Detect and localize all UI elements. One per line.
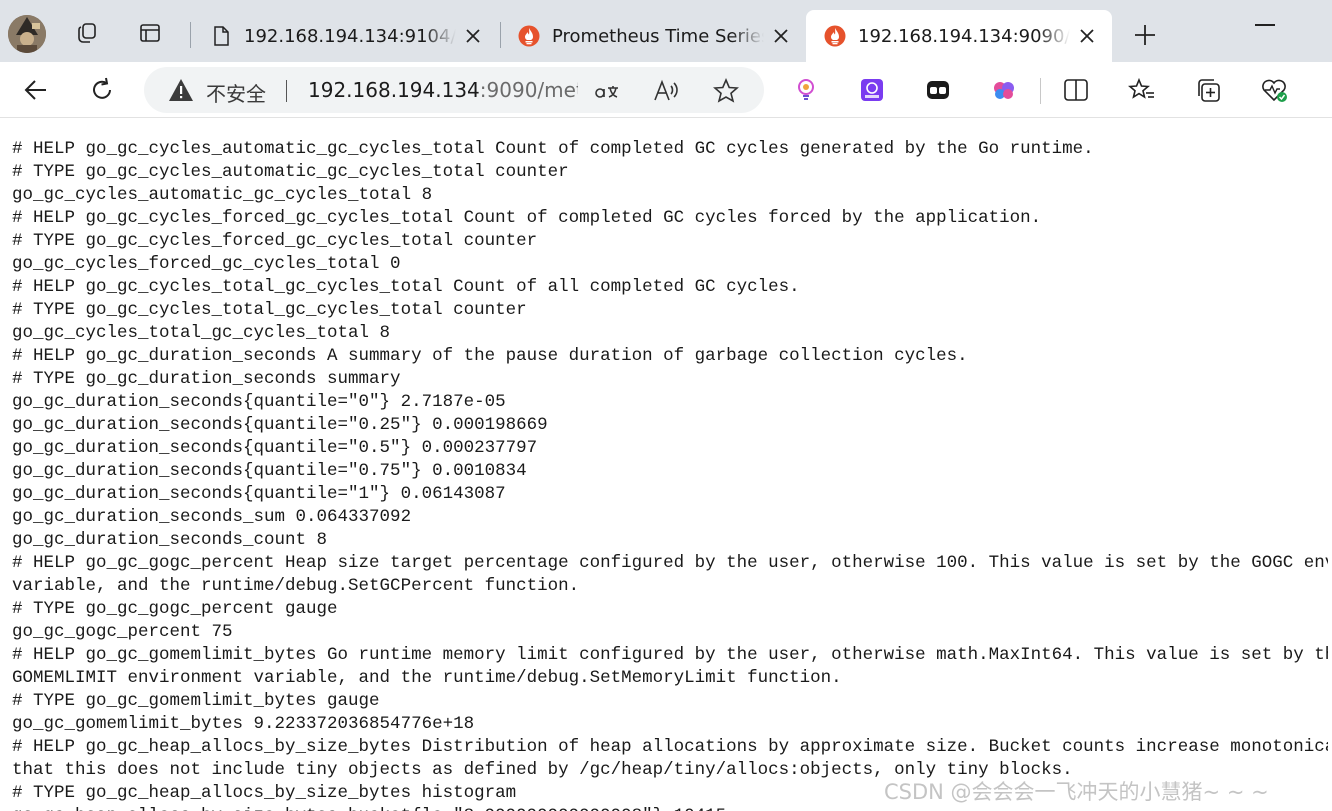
close-tab-icon[interactable] [770,25,792,47]
warning-icon[interactable] [168,77,194,103]
collections-button[interactable] [1192,74,1224,106]
favorite-star-icon[interactable] [712,77,740,105]
metrics-line: # HELP go_gc_heap_allocs_by_size_bytes D… [12,737,1328,757]
tab-title: 192.168.194.134:9090/metrics [858,25,1070,47]
metrics-line: go_gc_duration_seconds_count 8 [12,530,328,550]
metrics-line: go_gc_duration_seconds{quantile="0.75"} … [12,461,527,481]
url-path: :9090/metrics [479,78,578,102]
metrics-line: go_gc_cycles_automatic_gc_cycles_total 8 [12,185,433,205]
favorites-button[interactable] [1126,74,1158,106]
metrics-line: go_gc_duration_seconds{quantile="0.25"} … [12,415,548,435]
csdn-watermark: CSDN @会会会一飞冲天的小慧猪~ ~ ~ [884,780,1269,804]
metrics-line: go_gc_duration_seconds{quantile="0.5"} 0… [12,438,538,458]
metrics-line: go_gc_duration_seconds{quantile="1"} 0.0… [12,484,506,504]
split-screen-button[interactable] [1060,74,1092,106]
metrics-line: GOMEMLIMIT environment variable, and the… [12,668,842,688]
address-separator [286,80,287,102]
metrics-line: # TYPE go_gc_gogc_percent gauge [12,599,338,619]
extension-brain-button[interactable] [988,74,1020,106]
tab-title: Prometheus Time Series Collection and Pr… [552,25,764,47]
arrow-left-icon [24,80,46,100]
toolbar-separator [1040,78,1041,104]
profile-avatar[interactable] [8,15,46,53]
minimize-window-button[interactable] [1255,24,1275,26]
metrics-line: # TYPE go_gc_cycles_total_gc_cycles_tota… [12,300,527,320]
metrics-line: # TYPE go_gc_gomemlimit_bytes gauge [12,691,380,711]
extension-chatgpt-button[interactable] [856,74,888,106]
browser-toolbar: 不安全 192.168.194.134:9090/metrics [0,62,1332,118]
tab-actions-icon [140,24,160,42]
brain-icon [994,82,1014,99]
read-aloud-icon[interactable] [652,77,680,105]
heart-pulse-icon [1262,79,1287,102]
refresh-icon [93,77,111,99]
metrics-line: # HELP go_gc_cycles_total_gc_cycles_tota… [12,277,800,297]
metrics-line: # TYPE go_gc_duration_seconds summary [12,369,401,389]
address-bar[interactable]: 不安全 192.168.194.134:9090/metrics [144,67,764,113]
split-screen-icon [1064,79,1088,101]
lightbulb-icon [798,79,814,100]
tab-separator [190,22,191,48]
tab-2[interactable]: Prometheus Time Series Collection and Pr… [500,10,806,62]
workspaces-icon [78,23,96,43]
not-secure-label[interactable]: 不安全 [206,78,266,107]
gamepad-icon [927,81,949,99]
close-tab-icon[interactable] [1076,25,1098,47]
workspaces-button[interactable] [72,18,102,48]
chatgpt-extension-icon [861,79,883,101]
prometheus-icon [518,25,540,47]
extension-game-button[interactable] [922,74,954,106]
tab-title: 192.168.194.134:9104/metrics [244,25,456,47]
metrics-line: variable, and the runtime/debug.SetGCPer… [12,576,580,596]
metrics-line: # TYPE go_gc_cycles_forced_gc_cycles_tot… [12,231,538,251]
extension-lightbulb-button[interactable] [790,74,822,106]
tab-1[interactable]: 192.168.194.134:9104/metrics [192,10,498,62]
avatar-image-icon [8,15,46,53]
metrics-line: go_gc_gogc_percent 75 [12,622,233,642]
refresh-button[interactable] [86,74,118,106]
browser-essentials-button[interactable] [1258,74,1290,106]
metrics-line: go_gc_duration_seconds_sum 0.064337092 [12,507,412,527]
metrics-line: # HELP go_gc_duration_seconds A summary … [12,346,968,366]
metrics-line: # HELP go_gc_cycles_automatic_gc_cycles_… [12,139,1094,159]
url-host: 192.168.194.134 [308,78,480,102]
tab-3-active[interactable]: 192.168.194.134:9090/metrics [806,10,1112,62]
metrics-line: # HELP go_gc_gogc_percent Heap size targ… [12,553,1328,573]
metrics-line: # TYPE go_gc_cycles_automatic_gc_cycles_… [12,162,569,182]
metrics-text-content: # HELP go_gc_cycles_automatic_gc_cycles_… [12,138,1328,811]
back-button[interactable] [20,74,52,106]
new-tab-button[interactable] [1130,20,1160,50]
url-text[interactable]: 192.168.194.134:9090/metrics [308,78,578,102]
favorites-list-icon [1128,77,1154,99]
page-icon [210,25,232,47]
metrics-line: go_gc_duration_seconds{quantile="0"} 2.7… [12,392,506,412]
close-tab-icon[interactable] [462,25,484,47]
metrics-line: go_gc_cycles_total_gc_cycles_total 8 [12,323,391,343]
tab-strip: 192.168.194.134:9104/metrics Prometheus … [0,0,1332,62]
tab-actions-button[interactable] [135,18,165,48]
plus-icon [1135,25,1155,45]
metrics-line: # HELP go_gc_gomemlimit_bytes Go runtime… [12,645,1328,665]
metrics-line: # HELP go_gc_cycles_forced_gc_cycles_tot… [12,208,1042,228]
collections-icon [1198,79,1220,102]
metrics-line: go_gc_gomemlimit_bytes 9.223372036854776… [12,714,475,734]
translate-icon[interactable] [592,77,620,105]
metrics-line: go_gc_cycles_forced_gc_cycles_total 0 [12,254,401,274]
prometheus-icon [824,25,846,47]
